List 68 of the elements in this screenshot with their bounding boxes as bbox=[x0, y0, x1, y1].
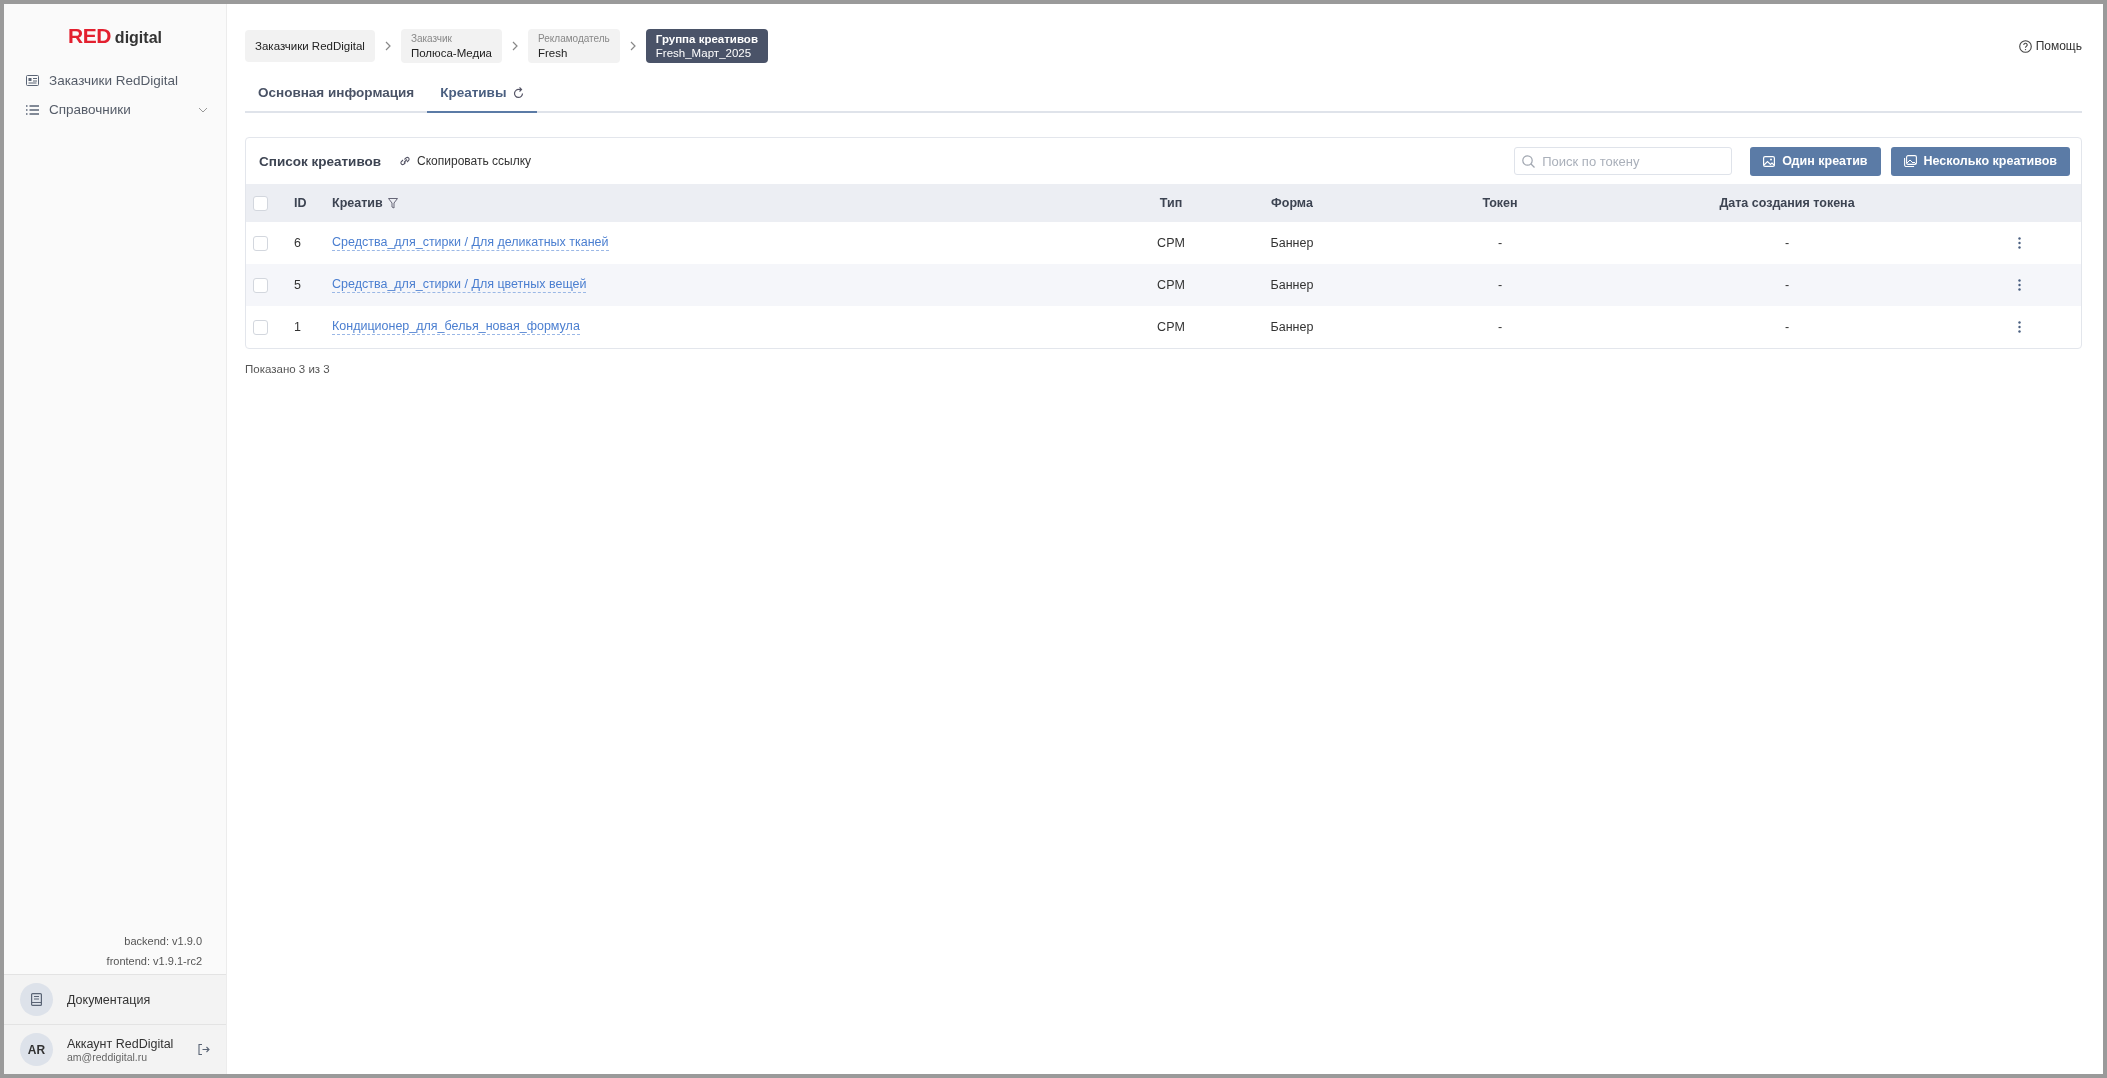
link-icon bbox=[399, 156, 412, 166]
table-cell-text: - bbox=[1496, 320, 1504, 334]
table-cell-text: - bbox=[1783, 278, 1791, 292]
logo-text: digital bbox=[114, 29, 162, 47]
logout-icon[interactable] bbox=[198, 1044, 210, 1055]
checkbox[interactable] bbox=[253, 319, 268, 335]
list-icon bbox=[26, 104, 39, 115]
images-icon bbox=[1903, 155, 1917, 167]
question-icon bbox=[2018, 39, 2032, 53]
sidebar-item[interactable]: Справочники bbox=[4, 95, 226, 124]
filter-icon[interactable] bbox=[387, 197, 398, 209]
table-cell-text: - bbox=[1783, 320, 1791, 334]
more-icon[interactable] bbox=[2017, 321, 2021, 333]
avatar: AR bbox=[20, 1033, 53, 1066]
table-cell-text: - bbox=[1783, 236, 1791, 250]
help-link[interactable]: Помощь bbox=[2018, 39, 2082, 53]
creative-link[interactable]: Кондиционер_для_белья_новая_формула bbox=[332, 319, 580, 335]
table-cell-text: - bbox=[1496, 236, 1504, 250]
breadcrumb[interactable]: Заказчики RedDigital bbox=[245, 30, 375, 62]
chevron-right-icon bbox=[629, 41, 636, 51]
add-creative-button[interactable]: Несколько креативов bbox=[1890, 146, 2070, 176]
version-label: frontend: v1.9.1-rc2 bbox=[105, 954, 203, 969]
column-header: Тип bbox=[1159, 196, 1183, 210]
checkbox[interactable] bbox=[253, 195, 268, 211]
copy-link[interactable]: Скопировать ссылку bbox=[399, 154, 532, 168]
breadcrumb[interactable]: Заказчик Полюса-Медиа bbox=[400, 29, 502, 63]
breadcrumb[interactable]: Рекламодатель Fresh bbox=[528, 29, 620, 63]
more-icon[interactable] bbox=[2017, 237, 2021, 249]
column-header: Форма bbox=[1271, 196, 1313, 210]
tab[interactable]: Креативы bbox=[427, 73, 538, 113]
chevron-icon[interactable] bbox=[198, 106, 208, 113]
account-email: am@reddigital.ru bbox=[67, 1050, 148, 1063]
search-field[interactable]: Поиск по токену bbox=[1514, 147, 1733, 175]
add-creative-button[interactable]: Один креатив bbox=[1750, 146, 1881, 176]
result-count: Показано 3 из 3 bbox=[245, 363, 330, 375]
column-header: Токен bbox=[1482, 196, 1518, 210]
table-cell-text: 5 bbox=[293, 278, 302, 292]
version-label: backend: v1.9.0 bbox=[123, 934, 203, 949]
column-header: Дата создания токена bbox=[1719, 196, 1855, 210]
refresh-icon[interactable] bbox=[513, 86, 525, 99]
sidebar-item[interactable]: Заказчики RedDigital bbox=[4, 66, 226, 95]
table-cell-text: CPM bbox=[1156, 278, 1186, 292]
checkbox[interactable] bbox=[253, 235, 268, 251]
breadcrumb[interactable]: Группа креативов Fresh_Март_2025 bbox=[645, 29, 768, 63]
more-icon[interactable] bbox=[2017, 279, 2021, 291]
table-cell-text: Баннер bbox=[1269, 236, 1315, 250]
table-cell-text: - bbox=[1496, 278, 1504, 292]
checkbox[interactable] bbox=[253, 277, 268, 293]
table-cell-text: Баннер bbox=[1269, 278, 1315, 292]
table-cell-text: CPM bbox=[1156, 236, 1186, 250]
table-cell-text: Баннер bbox=[1269, 320, 1315, 334]
creative-link[interactable]: Средства_для_стирки / Для деликатных тканей bbox=[332, 235, 609, 251]
column-header: ID bbox=[294, 196, 307, 210]
table-cell-text: CPM bbox=[1156, 320, 1186, 334]
creative-link[interactable]: Средства_для_стирки / Для цветных вещей bbox=[332, 277, 587, 293]
table-cell-text: 1 bbox=[293, 320, 302, 334]
image-icon bbox=[1763, 155, 1776, 167]
chevron-right-icon bbox=[512, 41, 518, 51]
table-cell-text: 6 bbox=[293, 236, 302, 250]
documentation-link[interactable]: Документация bbox=[4, 974, 226, 1024]
book-icon bbox=[31, 993, 42, 1006]
logo-text: RED bbox=[68, 24, 111, 48]
tab[interactable]: Основная информация bbox=[245, 73, 428, 113]
chevron-right-icon bbox=[384, 41, 391, 51]
id-card-icon bbox=[26, 75, 39, 86]
column-header: Креатив bbox=[332, 196, 383, 210]
card-title: Список креативов bbox=[259, 153, 382, 169]
account-name: Аккаунт RedDigital bbox=[67, 1036, 175, 1051]
